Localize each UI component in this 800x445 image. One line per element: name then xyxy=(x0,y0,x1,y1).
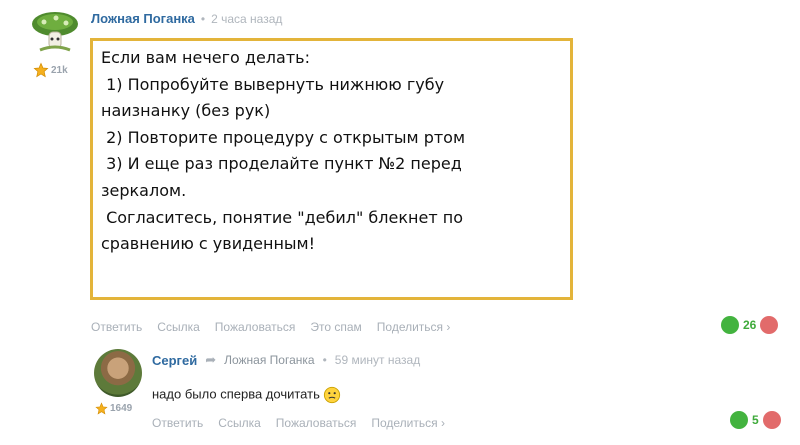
reply-link[interactable]: Ответить xyxy=(91,320,142,334)
comment-votes: 26 xyxy=(721,316,779,334)
smiley-icon xyxy=(324,386,341,404)
vote-up-icon[interactable] xyxy=(721,316,739,334)
reply-header: Сергей ➦ Ложная Поганка • 59 минут назад xyxy=(152,352,420,368)
meta-separator: • xyxy=(322,353,327,367)
comment-line: Согласитесь, понятие "дебил" блекнет по xyxy=(101,207,463,227)
report-link[interactable]: Пожаловаться xyxy=(215,320,296,334)
reply-to-name[interactable]: Ложная Поганка xyxy=(224,353,314,367)
reply-link[interactable]: Ответить xyxy=(152,416,203,430)
share-link[interactable]: Поделиться › xyxy=(371,416,445,430)
comment-header: Ложная Поганка • 2 часа назад xyxy=(91,11,282,26)
reply-votes: 5 xyxy=(730,411,781,429)
avatar-mushroom-icon[interactable] xyxy=(30,10,80,56)
comment-time[interactable]: 59 минут назад xyxy=(335,353,420,367)
comment-line: сравнению с увиденным! xyxy=(101,234,316,254)
reply-arrow-icon: ➦ xyxy=(205,352,217,367)
vote-up-icon[interactable] xyxy=(730,411,748,429)
spam-link[interactable]: Это спам xyxy=(310,320,361,334)
rating-value: 1649 xyxy=(110,403,133,414)
comment-line: 2) Повторите процедуру с открытым ртом xyxy=(101,127,466,147)
comment-line: 1) Попробуйте вывернуть нижнюю губу xyxy=(101,74,445,94)
reply-text: надо было сперва дочитать xyxy=(152,386,320,402)
author-name[interactable]: Ложная Поганка xyxy=(91,11,195,26)
comment-image-frame: Если вам нечего делать: 1) Попробуйте вы… xyxy=(90,38,573,300)
vote-down-icon[interactable] xyxy=(762,411,781,429)
comment-line: зеркалом. xyxy=(101,180,187,200)
permalink-link[interactable]: Ссылка xyxy=(218,416,260,430)
vote-down-icon[interactable] xyxy=(760,316,779,334)
permalink-link[interactable]: Ссылка xyxy=(157,320,199,334)
comment-line: наизнанку (без рук) xyxy=(101,101,271,121)
user-rating: 21k xyxy=(33,62,68,78)
author-name[interactable]: Сергей xyxy=(152,353,197,368)
meta-separator: • xyxy=(200,11,206,26)
avatar[interactable] xyxy=(94,349,142,397)
vote-count: 5 xyxy=(752,413,759,427)
reply-body: надо было сперва дочитать xyxy=(152,386,341,404)
vote-count: 26 xyxy=(743,318,757,332)
star-icon xyxy=(33,62,49,78)
star-icon xyxy=(95,402,108,415)
reply-actions: Ответить Ссылка Пожаловаться Поделиться … xyxy=(152,416,445,430)
comment-line: Если вам нечего делать: xyxy=(101,48,310,67)
comment-actions: Ответить Ссылка Пожаловаться Это спам По… xyxy=(91,320,450,334)
rating-value: 21k xyxy=(51,64,68,76)
report-link[interactable]: Пожаловаться xyxy=(276,416,357,430)
comment-time[interactable]: 2 часа назад xyxy=(211,12,282,26)
share-link[interactable]: Поделиться › xyxy=(377,320,451,334)
user-rating: 1649 xyxy=(95,402,132,415)
comment-line: 3) И еще раз проделайте пункт №2 перед xyxy=(101,154,462,174)
